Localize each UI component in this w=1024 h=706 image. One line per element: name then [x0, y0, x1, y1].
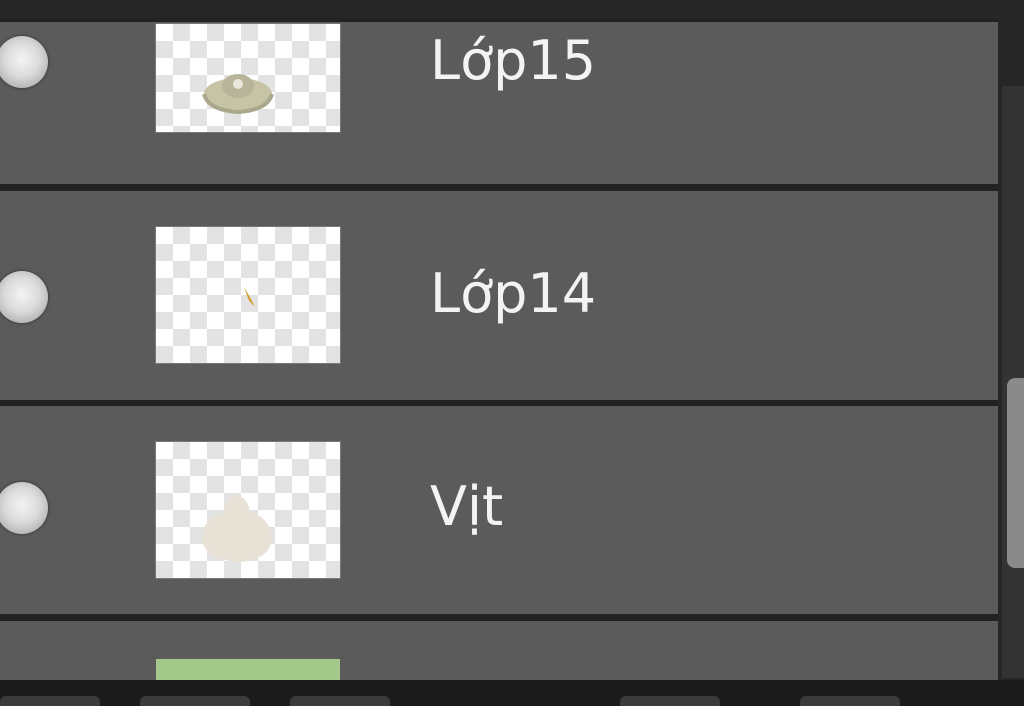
layer-row-lop15[interactable]: Lớp15 [0, 22, 998, 184]
layer-thumbnail[interactable] [156, 227, 340, 363]
orange-mark-icon [244, 287, 255, 307]
visibility-toggle-icon[interactable] [0, 271, 48, 323]
layer-row-vit[interactable]: Vịt [0, 406, 998, 614]
visibility-toggle-icon[interactable] [0, 36, 48, 88]
duck-blob-icon [202, 494, 272, 562]
bottom-toolbar [0, 680, 1024, 706]
layer-thumbnail[interactable] [156, 24, 340, 132]
layer-name[interactable]: Vịt [430, 480, 503, 534]
layers-panel: Lớp15 Lớp14 Vịt [0, 0, 1024, 706]
visibility-toggle-icon[interactable] [0, 482, 48, 534]
toolbar-button[interactable] [0, 696, 100, 706]
layers-list: Lớp15 Lớp14 Vịt [0, 18, 998, 699]
toolbar-button[interactable] [620, 696, 720, 706]
layer-row-lop14[interactable]: Lớp14 [0, 191, 998, 400]
layer-name[interactable]: Lớp15 [430, 34, 596, 88]
toolbar-button[interactable] [140, 696, 250, 706]
scrollbar-thumb[interactable] [1007, 378, 1024, 568]
toolbar-button[interactable] [290, 696, 390, 706]
toolbar-button[interactable] [800, 696, 900, 706]
layer-thumbnail[interactable] [156, 442, 340, 578]
ring-shape-icon [202, 74, 274, 115]
layer-name[interactable]: Lớp14 [430, 267, 596, 321]
